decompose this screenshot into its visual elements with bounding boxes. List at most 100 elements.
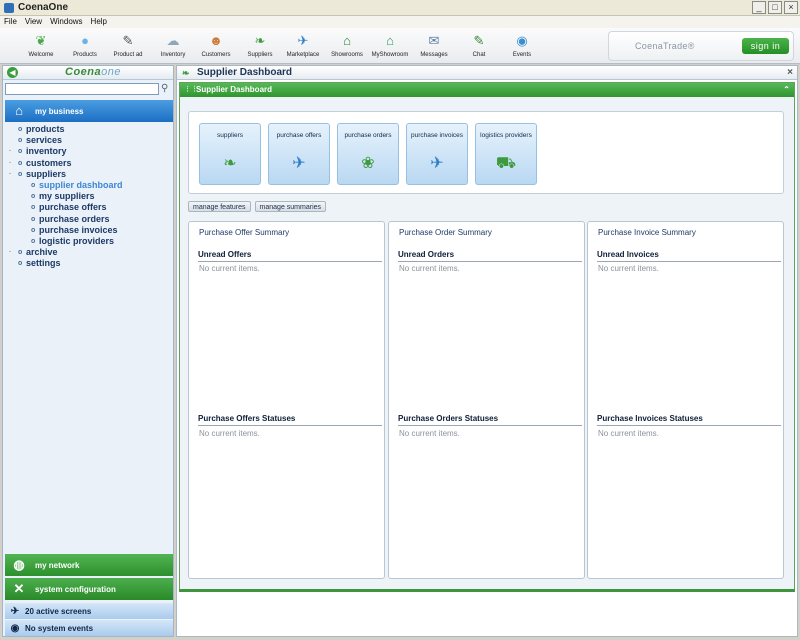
toolbar-events[interactable]: ◉ Events: [502, 30, 542, 62]
summary-column: Purchase Offer Summary Unread Offers No cu…: [188, 221, 385, 579]
system-events-row[interactable]: ◉ No system events: [5, 620, 173, 636]
feature-tile-label: suppliers: [216, 132, 243, 139]
tree-item-label: supplier dashboard: [39, 179, 123, 190]
tree-item-purchase-orders[interactable]: o purchase orders: [9, 214, 171, 225]
toolbar-product-ad[interactable]: ✎ Product ad: [108, 30, 148, 62]
tree-item-services[interactable]: o services: [9, 135, 171, 146]
tree-item-inventory[interactable]: · o inventory: [9, 146, 171, 157]
tree-item-suppliers[interactable]: · o suppliers: [9, 169, 171, 180]
collapse-icon[interactable]: ⌃: [783, 83, 790, 97]
title-bar: CoenaOne _ □ ×: [0, 0, 800, 16]
nest-icon: ❀: [361, 155, 375, 172]
toolbar-marketplace[interactable]: ✈ Marketplace: [283, 30, 323, 62]
manage-summaries-button[interactable]: manage summaries: [254, 201, 327, 212]
bullet-icon: o: [18, 170, 23, 178]
expander-icon[interactable]: ·: [9, 158, 11, 169]
toolbar-chat[interactable]: ✎ Chat: [459, 30, 499, 62]
tree-item-supplier-dashboard[interactable]: o supplier dashboard: [9, 180, 171, 191]
events-status-icon: ◉: [10, 622, 20, 634]
menu-file[interactable]: File: [4, 16, 17, 28]
tree-item-products[interactable]: o products: [9, 124, 171, 135]
sign-in-button[interactable]: sign in: [742, 38, 789, 54]
toolbar-products[interactable]: ● Products: [65, 30, 105, 62]
tree-item-label: inventory: [26, 146, 67, 157]
tree-item-purchase-invoices[interactable]: o purchase invoices: [9, 225, 171, 236]
feature-tile-label: purchase invoices: [410, 132, 464, 139]
system-events-label: No system events: [25, 623, 94, 633]
dashboard-panel: ⋮⋮ Supplier Dashboard ⌃ suppliers ❧ purcha…: [179, 82, 795, 592]
toolbar-inventory[interactable]: ☁ Inventory: [153, 30, 193, 62]
empty-message: No current items.: [598, 429, 659, 438]
tree-item-my-suppliers[interactable]: o my suppliers: [9, 191, 171, 202]
tree-item-logistic-providers[interactable]: o logistic providers: [9, 236, 171, 247]
tab-title: Supplier Dashboard: [197, 67, 293, 78]
back-arrow-icon[interactable]: ◀: [7, 67, 18, 78]
manage-features-button[interactable]: manage features: [188, 201, 251, 212]
tree-item-purchase-offers[interactable]: o purchase offers: [9, 202, 171, 213]
expander-icon[interactable]: ·: [9, 247, 11, 258]
system-configuration-header[interactable]: ✕ system configuration: [5, 578, 173, 600]
system-configuration-label: system configuration: [35, 584, 116, 594]
wagon-icon: ⛟: [495, 155, 517, 172]
peapod-icon: ❧: [254, 33, 266, 48]
menu-windows[interactable]: Windows: [50, 16, 82, 28]
active-screens-row[interactable]: ✈ 20 active screens: [5, 603, 173, 619]
menu-help[interactable]: Help: [91, 16, 107, 28]
feature-tile-purchase-orders[interactable]: purchase orders ❀: [337, 123, 399, 185]
toolbar-myshowroom[interactable]: ⌂ MyShowroom: [370, 30, 410, 62]
statuses-section-title: Purchase Orders Statuses: [398, 414, 582, 426]
summary-title: Purchase Order Summary: [399, 228, 492, 237]
toolbar-messages[interactable]: ✉ Messages: [414, 30, 454, 62]
toolbar-label: Messages: [420, 52, 448, 58]
peapod-icon: ❧: [182, 68, 190, 78]
minimize-button[interactable]: _: [752, 1, 766, 14]
toolbar-showrooms[interactable]: ⌂ Showrooms: [327, 30, 367, 62]
toolbar-label: Chat: [472, 52, 486, 58]
close-button[interactable]: ×: [784, 1, 798, 14]
menu-view[interactable]: View: [25, 16, 42, 28]
tree-item-settings[interactable]: o settings: [9, 258, 171, 269]
house-icon: ⌂: [15, 103, 23, 118]
search-input[interactable]: [5, 83, 159, 95]
toolbar-label: Inventory: [160, 52, 186, 58]
expander-icon[interactable]: ·: [9, 169, 11, 180]
summary-title: Purchase Invoice Summary: [598, 228, 696, 237]
bullet-icon: o: [31, 226, 36, 234]
cloud-icon: ☁: [166, 33, 180, 48]
tree-item-archive[interactable]: · o archive: [9, 247, 171, 258]
unread-section-title: Unread Offers: [198, 250, 382, 262]
toolbar-suppliers[interactable]: ❧ Suppliers: [240, 30, 280, 62]
business-tree: o products o services · o inventory · o customers…: [9, 124, 171, 269]
tree-item-label: customers: [26, 157, 72, 168]
peapod-icon: ❧: [223, 155, 237, 172]
maximize-button[interactable]: □: [768, 1, 782, 14]
statuses-section-title: Purchase Invoices Statuses: [597, 414, 781, 426]
tree-item-label: products: [26, 124, 65, 134]
coenatrade-box: CoenaTrade® sign in: [608, 31, 794, 61]
feature-tile-purchase-invoices[interactable]: purchase invoices ✈: [406, 123, 468, 185]
grip-icon[interactable]: ⋮⋮: [184, 83, 198, 97]
app-icon: [4, 2, 14, 13]
toolbar-customers[interactable]: ☻ Customers: [196, 30, 236, 62]
tree-item-label: archive: [26, 247, 58, 258]
tree-item-label: purchase invoices: [39, 224, 118, 235]
toolbar-welcome[interactable]: ❦ Welcome: [21, 30, 61, 62]
tree-item-label: logistic providers: [39, 235, 115, 246]
feature-tile-suppliers[interactable]: suppliers ❧: [199, 123, 261, 185]
bird-icon: ✈: [297, 33, 309, 48]
my-network-header[interactable]: ◍ my network: [5, 554, 173, 576]
toolbar-label: Product ad: [113, 52, 143, 58]
feature-tile-purchase-offers[interactable]: purchase offers ✈: [268, 123, 330, 185]
my-business-header[interactable]: ⌂ my business: [5, 100, 173, 122]
egg-icon: ●: [81, 33, 89, 48]
tree-item-customers[interactable]: · o customers: [9, 158, 171, 169]
feature-tile-logistics-providers[interactable]: logistics providers ⛟: [475, 123, 537, 185]
globe-icon: ◍: [13, 557, 25, 572]
close-tab-icon[interactable]: ×: [787, 66, 793, 80]
search-icon[interactable]: ⚲: [161, 83, 173, 95]
summary-column: Purchase Order Summary Unread Orders No cu…: [388, 221, 585, 579]
expander-icon[interactable]: ·: [9, 146, 11, 157]
brand-name: CoenaTrade®: [635, 41, 695, 51]
my-business-label: my business: [35, 106, 84, 116]
tree-item-label: services: [26, 135, 63, 146]
